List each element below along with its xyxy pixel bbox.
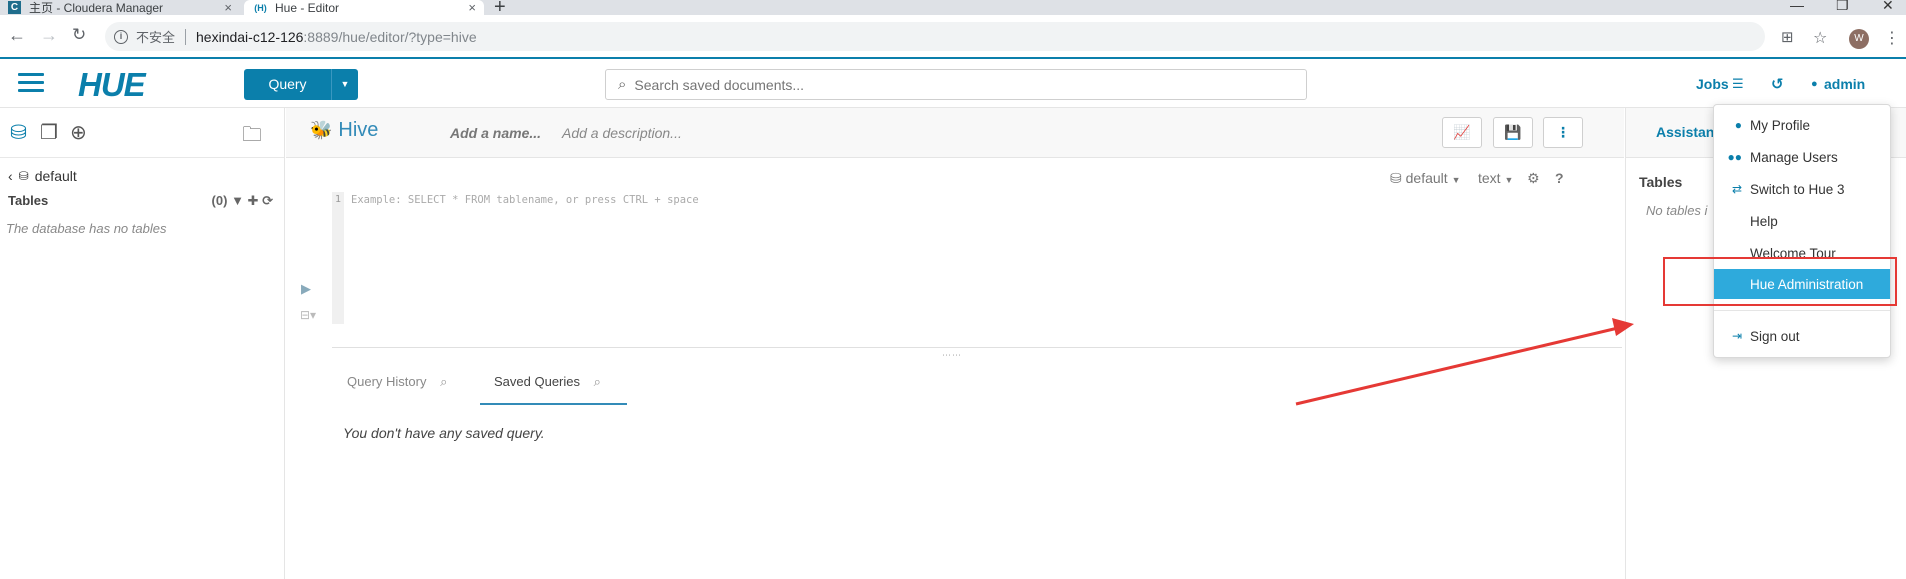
annotation-arrow-shaft — [1295, 326, 1619, 406]
annotation-arrow — [1295, 318, 1634, 406]
annotation-arrow-head — [1612, 318, 1634, 336]
